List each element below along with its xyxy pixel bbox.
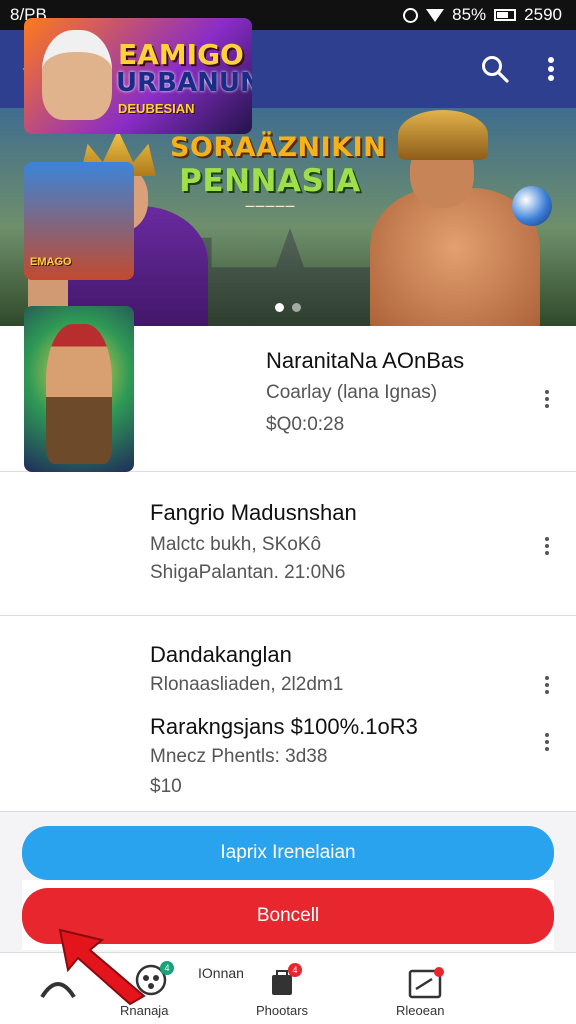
thumbnail-caption: DEUBESIAN — [118, 101, 195, 116]
nav-tab-label: Rleoean — [396, 1003, 445, 1018]
item-title: NaranitaNa AOnBas — [266, 348, 465, 373]
game-thumbnail[interactable]: EMAGO — [24, 162, 134, 280]
notification-badge: 4 — [160, 961, 174, 975]
wifi-icon — [426, 8, 445, 22]
item-offer-detail: Mnecz Phentls: 3d38 — [150, 746, 328, 767]
thumbnail-subtitle: URBANUN — [116, 68, 252, 98]
search-icon — [482, 56, 509, 83]
banner-title: SORAÄZNIKIN PENNASIA ————— — [170, 132, 387, 212]
more-vertical-icon — [548, 57, 554, 81]
item-offer-menu-button[interactable] — [542, 733, 552, 751]
item-offer-title: Rarakngsjans $100%.1oR3 — [150, 714, 418, 739]
item-detail: ShigaPalantan. 21:0N6 — [150, 562, 346, 583]
item-detail: $Q0:0:28 — [266, 414, 345, 435]
search-button[interactable] — [464, 30, 526, 108]
notification-badge: 4 — [288, 963, 302, 977]
screen: 8/PB 85% 2590 Innoadnaasim — [0, 0, 576, 1024]
nav-tab-news[interactable]: Rleoean — [380, 953, 480, 1024]
thumbnail-title: EAMIGO — [118, 38, 244, 71]
primary-action-button[interactable]: Iaprix Irenelaian — [22, 826, 554, 880]
game-thumbnail[interactable]: EAMIGO URBANUN DEUBESIAN — [24, 18, 252, 134]
nav-tab-label: Phootars — [256, 1003, 309, 1018]
item-title: Fangrio Madusnshan — [150, 500, 357, 525]
nav-tab-shop[interactable]: IOnnan 4 Phootars — [192, 953, 308, 1024]
item-price: $10 — [150, 776, 182, 797]
game-thumbnail[interactable] — [24, 306, 134, 472]
status-right: 85% 2590 — [403, 5, 562, 25]
pointer-arrow-icon — [58, 928, 146, 1006]
item-menu-button[interactable] — [542, 676, 552, 694]
banner-title-line1: SORAÄZNIKIN — [170, 132, 387, 163]
item-menu-button[interactable] — [542, 537, 552, 555]
notification-dot — [434, 967, 444, 977]
thumbnail-caption: EMAGO — [30, 256, 72, 268]
banner-title-line2: PENNASIA — [179, 163, 361, 199]
alarm-icon — [403, 7, 419, 23]
nav-tab-header: IOnnan — [198, 965, 244, 981]
overflow-menu-button[interactable] — [526, 30, 576, 108]
carousel-dot[interactable] — [292, 303, 301, 312]
item-subtitle: Malctc bukh, SKoKô — [150, 534, 322, 555]
item-title: Dandakanglan — [150, 642, 292, 667]
banner-subtitle: ————— — [245, 201, 295, 212]
battery-percent: 85% — [452, 5, 487, 24]
battery-icon — [494, 9, 517, 21]
item-subtitle: Rlonaasliaden, 2l2dm1 — [150, 674, 344, 695]
item-menu-button[interactable] — [542, 390, 552, 408]
status-time: 2590 — [524, 5, 562, 24]
item-subtitle: Coarlay (lana Ignas) — [266, 382, 438, 403]
carousel-dot-active[interactable] — [275, 303, 284, 312]
